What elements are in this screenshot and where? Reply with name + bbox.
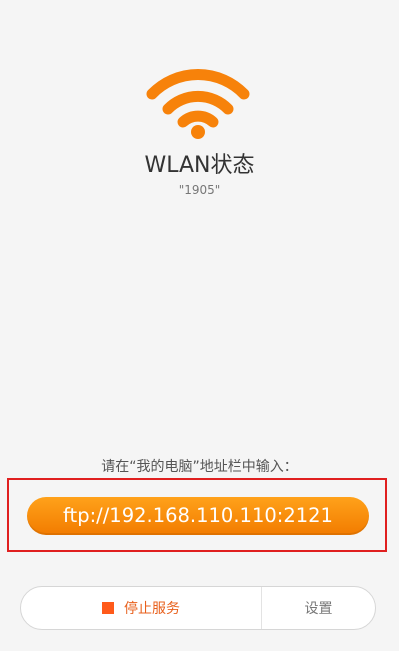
settings-button[interactable]: 设置 [262,587,375,629]
stop-square-icon [102,602,114,614]
network-ssid: "1905" [178,183,221,197]
instruction-text: 请在“我的电脑”地址栏中输入： [101,459,298,475]
settings-label: 设置 [304,601,333,617]
stop-service-label: 停止服务 [124,601,180,617]
ftp-address-button[interactable]: ftp://192.168.110.110:2121 [27,497,369,535]
wifi-icon [146,69,250,139]
service-control-bar: 停止服务 设置 [20,586,376,630]
wlan-status-title: WLAN状态 [144,153,255,178]
stop-service-button[interactable]: 停止服务 [21,587,262,629]
